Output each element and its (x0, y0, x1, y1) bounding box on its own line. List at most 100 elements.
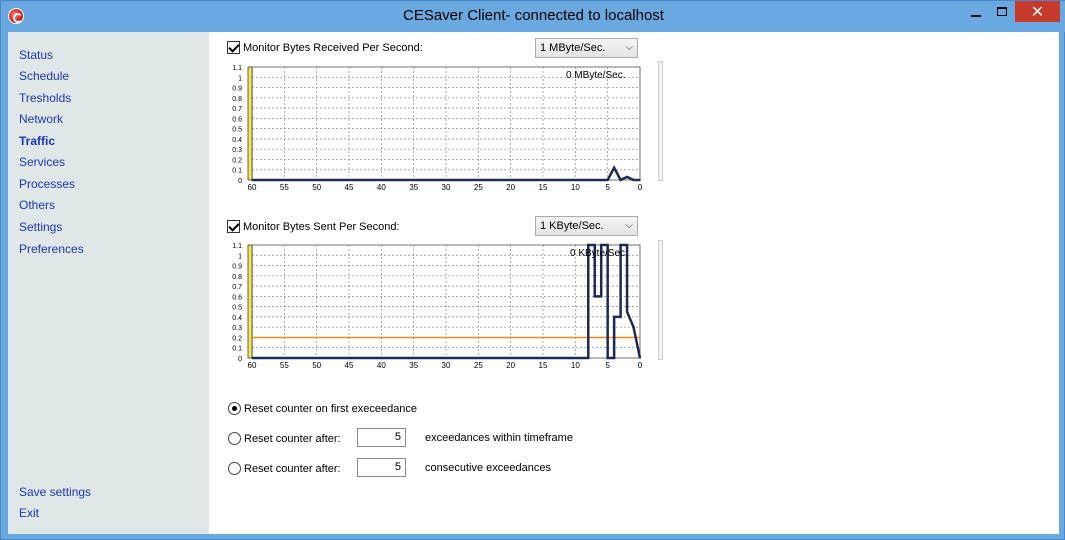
save-settings-link[interactable]: Save settings (19, 485, 91, 499)
x-tick-label: 55 (280, 183, 289, 190)
x-tick-label: 20 (506, 361, 515, 368)
sent-unit-select[interactable]: 1 KByte/Sec. ⌵ (535, 216, 638, 236)
x-tick-label: 25 (474, 361, 483, 368)
monitor-received-checkbox[interactable] (227, 41, 240, 54)
monitor-sent-checkbox[interactable] (227, 220, 240, 233)
maximize-button[interactable] (989, 1, 1015, 22)
left-marker-band (247, 66, 253, 181)
series-point (587, 244, 590, 246)
sidebar-item-network[interactable]: Network (19, 112, 63, 126)
series-point (251, 179, 253, 181)
exit-link[interactable]: Exit (19, 506, 39, 520)
monitor-received-label: Monitor Bytes Received Per Second: (243, 41, 423, 54)
received-readout: 0 MByte/Sec. (566, 70, 626, 81)
reset-timeframe-radio[interactable] (228, 432, 241, 445)
monitor-received-row[interactable]: Monitor Bytes Received Per Second: (227, 41, 423, 54)
series-point (593, 244, 596, 246)
sidebar-item-schedule[interactable]: Schedule (19, 69, 69, 83)
consecutive-count-input[interactable]: 5 (357, 458, 406, 477)
reset-option-first[interactable]: Reset counter on first execeedance (228, 402, 417, 415)
y-tick-label: 0.9 (232, 264, 242, 271)
y-tick-label: 0.1 (232, 168, 242, 175)
x-tick-label: 0 (638, 361, 643, 368)
maximize-icon (997, 7, 1007, 16)
client-area: Status Schedule Tresholds Network Traffi… (8, 32, 1059, 534)
received-scale-slider[interactable] (658, 61, 663, 181)
sidebar-item-status[interactable]: Status (19, 48, 53, 62)
x-tick-label: 10 (571, 183, 580, 190)
sent-readout: 0 KByte/Sec. (570, 248, 628, 259)
y-tick-label: 0 (238, 356, 242, 363)
series-point (600, 295, 602, 298)
x-tick-label: 10 (571, 361, 580, 368)
series-point (574, 179, 577, 181)
sidebar-item-others[interactable]: Others (19, 198, 55, 212)
x-tick-label: 35 (409, 361, 418, 368)
series-point (613, 166, 615, 169)
reset-timeframe-label: Reset counter after: (244, 432, 341, 445)
sent-unit-value: 1 KByte/Sec. (540, 220, 604, 232)
y-tick-label: 1.1 (232, 65, 242, 72)
x-tick-label: 0 (638, 183, 643, 190)
timeframe-suffix: exceedances within timeframe (425, 432, 573, 444)
reset-option-consecutive[interactable]: Reset counter after: (228, 462, 341, 475)
y-tick-label: 0.8 (232, 96, 242, 103)
traffic-panel: Monitor Bytes Received Per Second: 1 MBy… (209, 32, 1059, 534)
sidebar-item-preferences[interactable]: Preferences (19, 242, 84, 256)
y-tick-label: 0.8 (232, 274, 242, 281)
y-tick-label: 0.4 (232, 315, 242, 322)
sent-chart: 60 55 50 45 40 35 30 25 20 15 10 5 0 0 0.1 0.2 0.3 0.4 0.5… (227, 238, 667, 368)
reset-first-radio[interactable] (228, 402, 241, 415)
y-tick-label: 0.5 (232, 127, 242, 134)
series-point (639, 357, 641, 359)
series-point (639, 179, 641, 181)
received-unit-value: 1 MByte/Sec. (540, 42, 606, 54)
sidebar-item-services[interactable]: Services (19, 155, 65, 169)
y-tick-label: 0.2 (232, 157, 242, 164)
series-point (626, 176, 628, 178)
reset-first-label: Reset counter on first execeedance (244, 402, 418, 415)
sidebar-item-settings[interactable]: Settings (19, 220, 62, 234)
app-window: CESaver Client- connected to localhost ✕… (0, 0, 1065, 540)
title-bar[interactable]: CESaver Client- connected to localhost ✕ (1, 1, 1065, 32)
series-point (626, 244, 628, 246)
y-tick-label: 0 (238, 178, 242, 185)
series-point (619, 179, 622, 181)
reset-consecutive-label: Reset counter after: (244, 462, 341, 475)
timeframe-count-input[interactable]: 5 (357, 428, 406, 447)
reset-option-timeframe[interactable]: Reset counter after: (228, 432, 341, 445)
x-tick-label: 20 (506, 183, 515, 190)
monitor-sent-label: Monitor Bytes Sent Per Second: (243, 220, 400, 233)
series-point (593, 295, 596, 298)
x-tick-label: 15 (539, 183, 548, 190)
x-tick-label: 60 (248, 183, 257, 190)
y-tick-label: 0.7 (232, 284, 242, 291)
y-tick-label: 0.3 (232, 325, 242, 332)
close-button[interactable]: ✕ (1015, 1, 1060, 22)
x-tick-label: 40 (377, 361, 386, 368)
received-chart: 60 55 50 45 40 35 30 25 20 15 10 5 0 0 0.1 0.2 0.3 0.4 0.5… (227, 60, 667, 190)
monitor-sent-row[interactable]: Monitor Bytes Sent Per Second: (227, 220, 400, 233)
chevron-down-icon: ⌵ (625, 42, 633, 53)
minimize-icon (971, 14, 981, 17)
reset-consecutive-radio[interactable] (228, 462, 241, 475)
y-tick-label: 1.1 (232, 243, 242, 250)
x-tick-label: 30 (442, 183, 451, 190)
x-tick-label: 55 (280, 361, 289, 368)
y-tick-label: 1 (238, 75, 242, 82)
x-tick-label: 40 (377, 183, 386, 190)
x-tick-label: 60 (248, 361, 257, 368)
x-tick-label: 5 (605, 183, 610, 190)
y-tick-label: 0.1 (232, 346, 242, 353)
sidebar-item-traffic[interactable]: Traffic (19, 134, 55, 148)
sidebar-item-processes[interactable]: Processes (19, 177, 75, 191)
y-tick-label: 0.2 (232, 335, 242, 342)
sidebar-item-tresholds[interactable]: Tresholds (19, 91, 71, 105)
series-point (606, 244, 609, 246)
received-unit-select[interactable]: 1 MByte/Sec. ⌵ (535, 38, 638, 58)
close-icon: ✕ (1030, 3, 1045, 21)
series-point (619, 316, 622, 318)
minimize-button[interactable] (963, 1, 989, 22)
sent-scale-slider[interactable] (658, 240, 663, 360)
x-tick-label: 35 (409, 183, 418, 190)
